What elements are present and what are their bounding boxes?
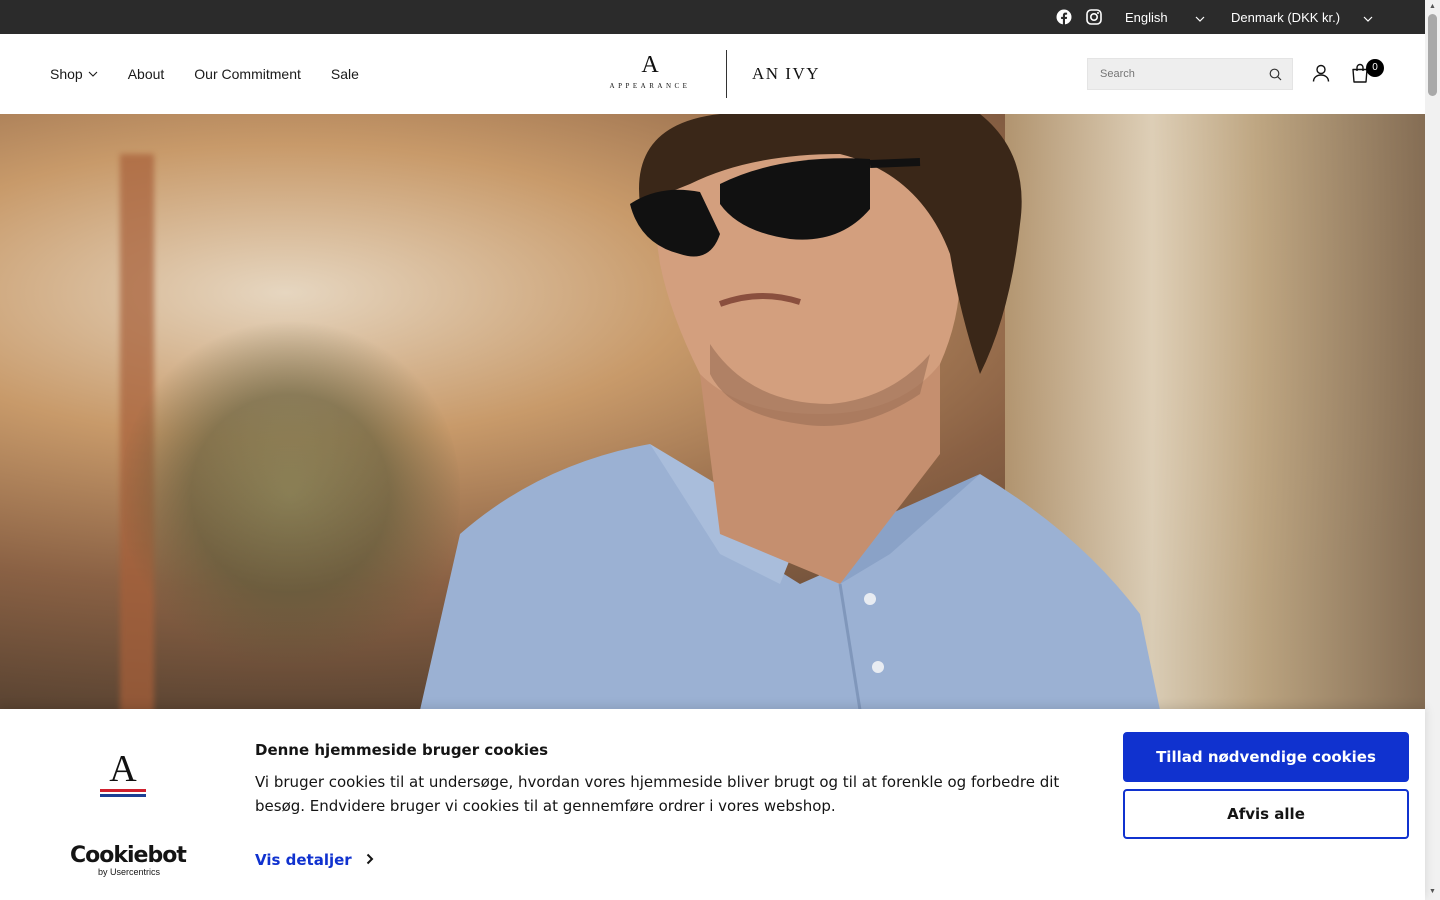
search-input[interactable]: [1088, 59, 1258, 89]
nav-sale[interactable]: Sale: [331, 66, 359, 82]
scrollbar-thumb[interactable]: [1428, 14, 1437, 96]
chevron-down-icon: [88, 66, 98, 82]
chevron-right-icon: [366, 851, 374, 869]
nav-shop[interactable]: Shop: [50, 66, 98, 82]
brand-logos: A APPEARANCE AN IVY: [600, 50, 830, 98]
scroll-up-arrow-icon[interactable]: ▲: [1428, 3, 1437, 11]
cookie-banner: A Cookiebot by Usercentrics Denne hjemme…: [0, 709, 1425, 900]
account-icon[interactable]: [1312, 64, 1330, 82]
cookie-brand-logo: A: [100, 748, 146, 799]
appearance-logo-letter: A: [641, 52, 659, 78]
allow-necessary-cookies-button[interactable]: Tillad nødvendige cookies: [1123, 732, 1409, 782]
cookiebot-by-line: by Usercentrics: [98, 867, 161, 877]
nav-our-commitment[interactable]: Our Commitment: [194, 66, 301, 82]
top-bar: English Denmark (DKK kr.): [0, 0, 1425, 34]
logo-stripe-blue: [100, 794, 146, 797]
logo-divider: [726, 50, 727, 98]
language-select[interactable]: English: [1125, 0, 1209, 34]
chevron-down-icon: [1195, 12, 1205, 22]
cart-count-badge: 0: [1366, 59, 1384, 77]
show-details-link[interactable]: Vis detaljer: [255, 851, 374, 869]
site-header: Shop About Our Commitment Sale A APPEARA…: [0, 34, 1425, 114]
search-icon[interactable]: [1269, 68, 1282, 81]
nav-shop-label: Shop: [50, 66, 83, 82]
page-scrollbar[interactable]: ▲ ▼: [1425, 0, 1440, 900]
background-plant: [120, 314, 460, 674]
main-nav: Shop About Our Commitment Sale: [50, 34, 359, 114]
search-box: [1087, 58, 1293, 90]
country-value: Denmark (DKK kr.): [1231, 9, 1341, 25]
cookiebot-logo: Cookiebot by Usercentrics: [70, 843, 187, 878]
chevron-down-icon: [1363, 12, 1373, 22]
appearance-logo-word: APPEARANCE: [609, 82, 691, 90]
cookiebot-wordmark: Cookiebot: [70, 843, 187, 868]
scroll-down-arrow-icon[interactable]: ▼: [1428, 888, 1437, 896]
cookie-brand-letter: A: [109, 748, 137, 790]
show-details-label: Vis detaljer: [255, 851, 352, 869]
deny-all-button[interactable]: Afvis alle: [1123, 789, 1409, 839]
appearance-logo[interactable]: A APPEARANCE: [600, 52, 700, 90]
cookie-title: Denne hjemmeside bruger cookies: [255, 741, 549, 759]
social-links: [1056, 9, 1102, 25]
country-select[interactable]: Denmark (DKK kr.): [1231, 0, 1376, 34]
instagram-icon[interactable]: [1086, 9, 1102, 25]
nav-about[interactable]: About: [128, 66, 165, 82]
cookie-text: Vi bruger cookies til at undersøge, hvor…: [255, 773, 1060, 815]
model-figure: [420, 114, 1160, 710]
an-ivy-logo[interactable]: AN IVY: [752, 64, 820, 84]
facebook-icon[interactable]: [1056, 9, 1072, 25]
language-value: English: [1125, 9, 1168, 25]
hero-image[interactable]: [0, 114, 1425, 710]
